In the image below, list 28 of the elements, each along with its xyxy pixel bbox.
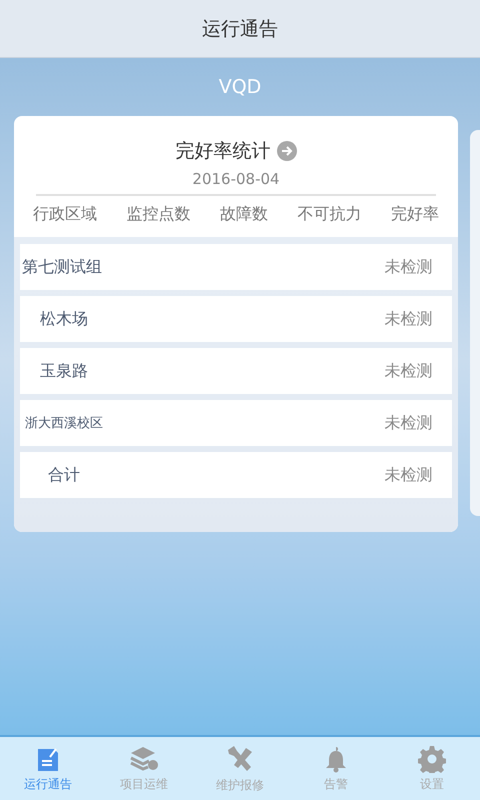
table-cell-text: 未检测 [384, 308, 434, 330]
tab[interactable]: 项目运维 [96, 737, 192, 800]
table-cell-text: 松木场 [39, 308, 89, 330]
column-header: 故障数 [220, 204, 268, 225]
arrow-right-icon[interactable] [276, 141, 296, 161]
tab[interactable]: 维护报修 [192, 737, 288, 800]
card-title: 完好率统计 [176, 139, 270, 164]
date-label: 2016-08-04 [191, 170, 281, 188]
header-title: 运行通告 [0, 0, 480, 58]
tab[interactable]: 运行通告 [0, 737, 96, 800]
table-cell-text: 未检测 [384, 464, 434, 486]
column-header: 行政区域 [32, 204, 97, 225]
table-cell-text: 未检测 [384, 256, 434, 278]
tab[interactable]: 设置 [384, 737, 480, 800]
table-cell-text: 第七测试组 [21, 256, 103, 278]
table-cell-text: 浙大西溪校区 [24, 415, 104, 432]
table-cell-text: 未检测 [384, 412, 434, 434]
gear-icon [418, 744, 446, 772]
table-cell-text: 未检测 [384, 360, 434, 382]
tab[interactable]: 告警 [288, 737, 384, 800]
layers-icon [129, 744, 159, 772]
bell-icon [324, 744, 348, 772]
section-title: VQD [218, 75, 262, 100]
column-header: 监控点数 [126, 204, 190, 225]
table-cell-text: 玉泉路 [39, 360, 89, 382]
column-header: 完好率 [391, 204, 440, 225]
column-header: 不可抗力 [298, 204, 362, 225]
table-cell-text: 合计 [47, 464, 81, 486]
